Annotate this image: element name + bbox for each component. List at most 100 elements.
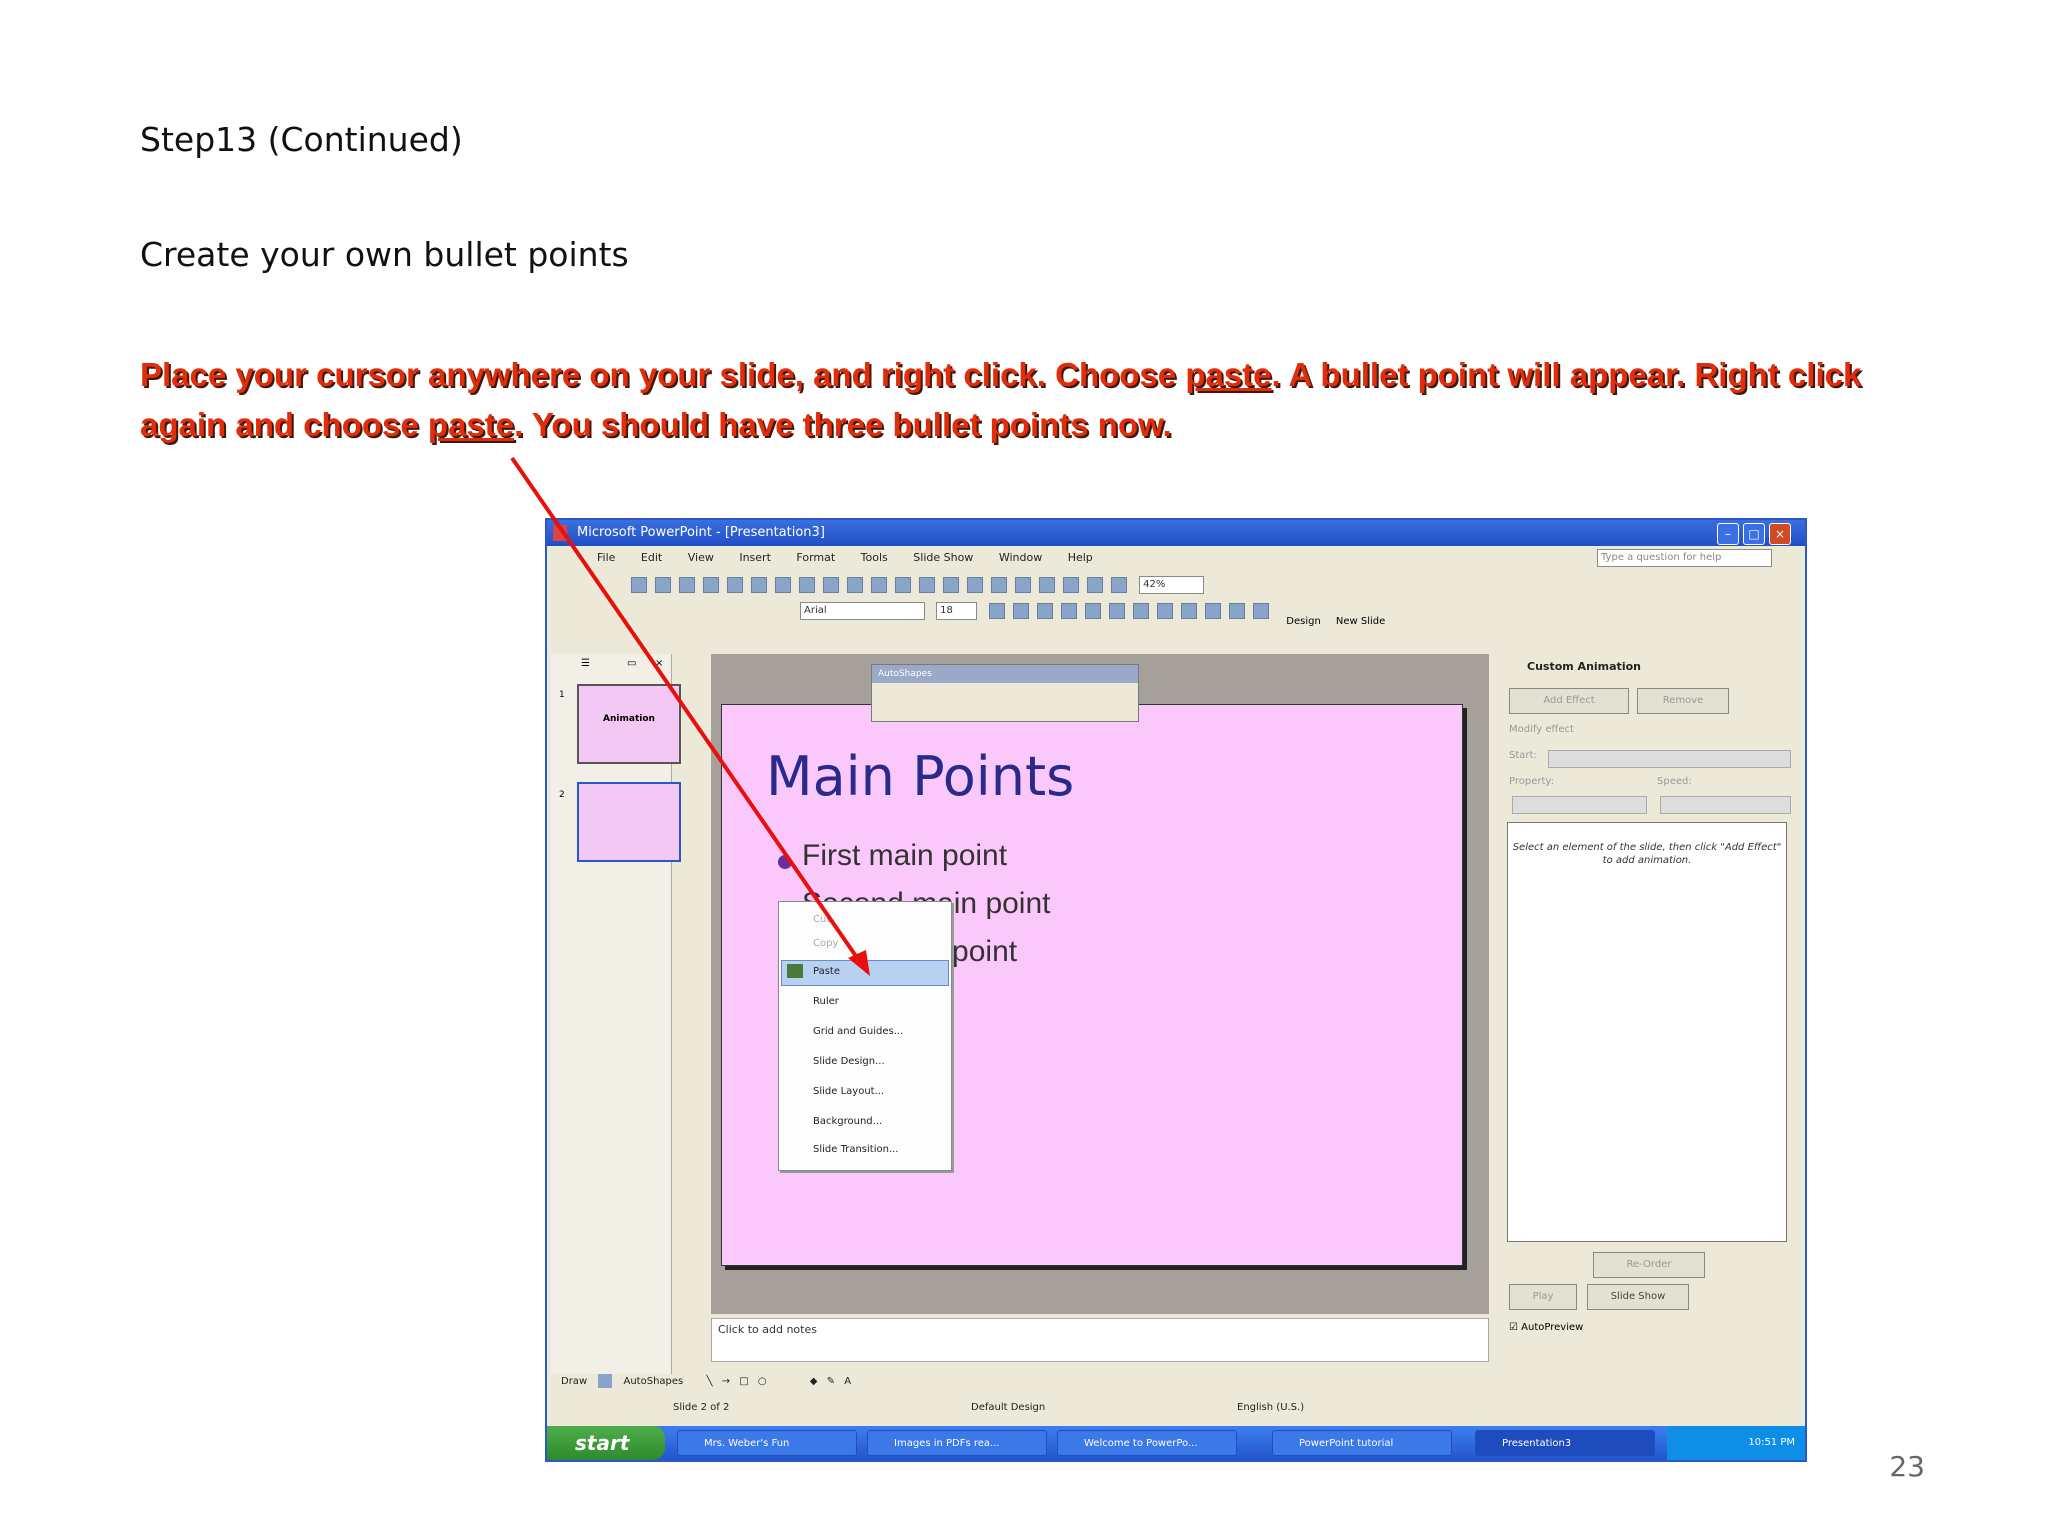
notes-pane[interactable]: Click to add notes (711, 1318, 1489, 1362)
context-ruler[interactable]: Ruler (813, 996, 839, 1007)
font-size-select[interactable]: 18 (936, 602, 978, 620)
zoom-select[interactable]: 42% (1139, 576, 1205, 594)
menu-file[interactable]: File (597, 546, 615, 570)
start-button[interactable]: start (547, 1426, 665, 1460)
preview-icon[interactable] (775, 577, 791, 593)
color-icon[interactable] (1111, 577, 1127, 593)
slide-thumbnail-2[interactable] (577, 782, 681, 862)
permission-icon[interactable] (703, 577, 719, 593)
close-button[interactable]: × (1769, 523, 1791, 545)
taskbar-app-1[interactable]: Mrs. Weber's Fun (677, 1430, 857, 1456)
menu-format[interactable]: Format (796, 546, 835, 570)
property-select[interactable] (1512, 796, 1647, 814)
print-icon[interactable] (751, 577, 767, 593)
paste-link-1[interactable]: paste (1185, 356, 1271, 393)
context-cut[interactable]: Cut (813, 914, 830, 925)
animation-list[interactable]: Select an element of the slide, then cli… (1507, 822, 1787, 1242)
menu-help[interactable]: Help (1068, 546, 1093, 570)
align-left-icon[interactable] (1085, 603, 1102, 619)
context-copy[interactable]: Copy (813, 938, 838, 949)
powerpoint-app-icon (553, 525, 567, 541)
bold-icon[interactable] (989, 603, 1006, 619)
context-background[interactable]: Background... (813, 1116, 882, 1127)
oval-tool-icon[interactable]: ○ (758, 1376, 767, 1387)
context-paste[interactable]: Paste (813, 966, 840, 977)
select-pointer-icon[interactable] (598, 1374, 613, 1388)
context-slide-transition[interactable]: Slide Transition... (813, 1144, 898, 1155)
instruction-part-3: again and choose (140, 406, 428, 443)
context-slide-layout[interactable]: Slide Layout... (813, 1086, 884, 1097)
open-icon[interactable] (655, 577, 671, 593)
align-center-icon[interactable] (1109, 603, 1126, 619)
hyperlink-icon[interactable] (1039, 577, 1055, 593)
redo-icon[interactable] (943, 577, 959, 593)
undo-icon[interactable] (919, 577, 935, 593)
taskbar-app-3[interactable]: Welcome to PowerPo... (1057, 1430, 1237, 1456)
menu-edit[interactable]: Edit (641, 546, 662, 570)
paste-link-2[interactable]: paste (428, 406, 514, 443)
shadow-icon[interactable] (1061, 603, 1078, 619)
slide-title[interactable]: Main Points (766, 745, 1074, 808)
remove-button[interactable]: Remove (1637, 688, 1729, 714)
speed-select[interactable] (1660, 796, 1791, 814)
current-slide[interactable]: Main Points First main point Second main… (721, 704, 1463, 1266)
font-color-draw-icon[interactable]: A (844, 1376, 851, 1387)
draw-menu[interactable]: Draw (561, 1376, 587, 1387)
menu-insert[interactable]: Insert (739, 546, 771, 570)
outline-tab-icon[interactable]: ☰ (581, 658, 590, 669)
play-button[interactable]: Play (1509, 1284, 1577, 1310)
minimize-button[interactable]: – (1717, 523, 1739, 545)
taskbar-app-4[interactable]: PowerPoint tutorial (1272, 1430, 1452, 1456)
reorder-button[interactable]: Re-Order (1593, 1252, 1705, 1278)
context-grid-guides[interactable]: Grid and Guides... (813, 1026, 903, 1037)
rectangle-tool-icon[interactable]: □ (739, 1376, 748, 1387)
slides-tab-icon[interactable]: ▭ (627, 658, 636, 669)
grid-icon[interactable] (1087, 577, 1103, 593)
fill-color-icon[interactable]: ◆ (810, 1376, 818, 1387)
save-icon[interactable] (679, 577, 695, 593)
menu-slideshow[interactable]: Slide Show (913, 546, 973, 570)
close-pane-icon[interactable]: × (655, 658, 663, 669)
bullets-icon[interactable] (1181, 603, 1198, 619)
copy-icon[interactable] (847, 577, 863, 593)
line-color-icon[interactable]: ✎ (827, 1376, 835, 1387)
taskbar-app-5[interactable]: Presentation3 (1475, 1430, 1655, 1456)
context-slide-design[interactable]: Slide Design... (813, 1056, 885, 1067)
email-icon[interactable] (727, 577, 743, 593)
font-color-icon[interactable] (1253, 603, 1270, 619)
align-right-icon[interactable] (1133, 603, 1150, 619)
taskbar-app-2[interactable]: Images in PDFs rea... (867, 1430, 1047, 1456)
spelling-icon[interactable] (799, 577, 815, 593)
format-painter-icon[interactable] (895, 577, 911, 593)
autoshapes-menu[interactable]: AutoShapes (624, 1376, 684, 1387)
increase-font-icon[interactable] (1205, 603, 1222, 619)
numbering-icon[interactable] (1157, 603, 1174, 619)
bullet-point-1[interactable]: First main point (802, 839, 1007, 873)
decrease-font-icon[interactable] (1229, 603, 1246, 619)
start-select[interactable] (1548, 750, 1791, 768)
font-name-select[interactable]: Arial (800, 602, 925, 620)
cut-icon[interactable] (823, 577, 839, 593)
paste-icon[interactable] (871, 577, 887, 593)
slide-thumbnail-1[interactable]: Animation (577, 684, 681, 764)
add-effect-button[interactable]: Add Effect (1509, 688, 1629, 714)
menu-view[interactable]: View (688, 546, 714, 570)
tables-borders-icon[interactable] (1015, 577, 1031, 593)
italic-icon[interactable] (1013, 603, 1030, 619)
new-icon[interactable] (631, 577, 647, 593)
table-icon[interactable] (991, 577, 1007, 593)
menu-tools[interactable]: Tools (861, 546, 888, 570)
help-search-box[interactable]: Type a question for help (1597, 549, 1772, 567)
design-button[interactable]: Design (1286, 616, 1321, 627)
start-label: Start: (1509, 750, 1537, 761)
arrow-tool-icon[interactable]: → (722, 1376, 730, 1387)
new-slide-button[interactable]: New Slide (1336, 616, 1385, 627)
expand-icon[interactable] (1063, 577, 1079, 593)
chart-icon[interactable] (967, 577, 983, 593)
slide-show-button[interactable]: Slide Show (1587, 1284, 1689, 1310)
maximize-button[interactable]: □ (1743, 523, 1765, 545)
underline-icon[interactable] (1037, 603, 1054, 619)
menu-window[interactable]: Window (999, 546, 1042, 570)
autopreview-checkbox[interactable]: ☑ AutoPreview (1509, 1322, 1583, 1333)
line-tool-icon[interactable]: ╲ (706, 1376, 712, 1387)
